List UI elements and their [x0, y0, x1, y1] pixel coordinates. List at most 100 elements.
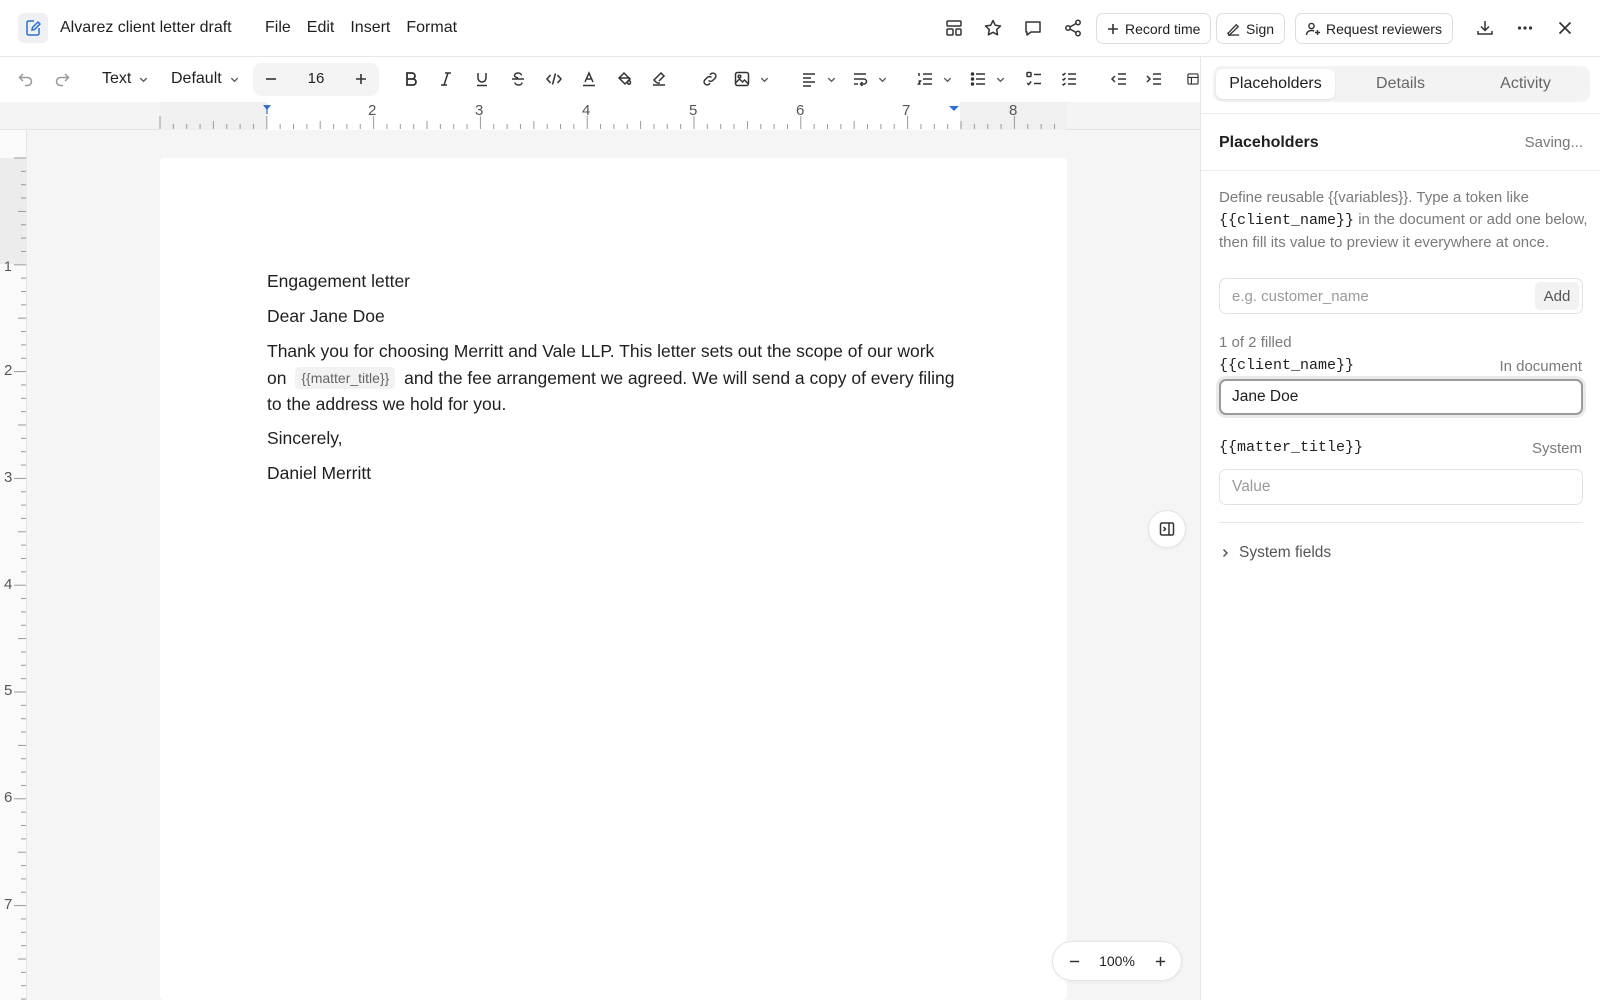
toggle-side-panel-button[interactable]	[1148, 510, 1186, 548]
formatting-toolbar: Text Default 16	[0, 57, 1200, 102]
font-size-value[interactable]: 16	[293, 70, 339, 87]
document-body-paragraph[interactable]: Thank you for choosing Merritt and Vale …	[267, 338, 957, 418]
description-text: Define reusable {{variables}}. Type a to…	[1219, 189, 1529, 206]
comment-icon[interactable]	[1021, 16, 1045, 40]
tab-activity[interactable]: Activity	[1466, 69, 1585, 99]
bullet-list-dropdown[interactable]	[969, 67, 1013, 91]
image-icon	[734, 71, 750, 87]
font-size-decrease-button[interactable]	[259, 67, 283, 91]
ruler-number: 6	[4, 789, 13, 806]
chevron-down-icon	[943, 77, 952, 82]
undo-icon[interactable]	[14, 67, 38, 91]
task-list-icon[interactable]	[1057, 67, 1081, 91]
ruler-number: 3	[475, 102, 484, 119]
panel-toggle-icon	[1159, 522, 1175, 536]
chevron-down-icon	[878, 77, 887, 82]
left-indent-marker[interactable]	[261, 103, 273, 115]
ruler-number: 4	[4, 576, 13, 593]
bullet-list-icon	[970, 72, 985, 86]
document-edit-icon[interactable]	[18, 13, 48, 43]
right-indent-marker[interactable]	[948, 105, 960, 113]
menu-bar: File Edit Insert Format	[265, 19, 473, 37]
menu-insert[interactable]: Insert	[350, 19, 390, 37]
menu-file[interactable]: File	[265, 19, 291, 37]
chevron-down-icon	[996, 77, 1005, 82]
divider	[1219, 522, 1583, 523]
ruler-ticks	[159, 116, 1055, 129]
ruler-number: 7	[4, 896, 13, 913]
document-salutation[interactable]: Dear Jane Doe	[267, 303, 385, 330]
link-icon[interactable]	[698, 67, 722, 91]
panel-title: Placeholders	[1219, 134, 1319, 151]
panel-header: Placeholders Saving...	[1201, 113, 1600, 171]
request-reviewers-label: Request reviewers	[1326, 20, 1442, 37]
font-size-increase-button[interactable]	[349, 67, 373, 91]
tab-details[interactable]: Details	[1341, 69, 1460, 99]
download-icon[interactable]	[1473, 16, 1497, 40]
placeholders-panel: Placeholders Details Activity Placeholde…	[1200, 57, 1600, 1000]
bold-icon[interactable]	[399, 67, 423, 91]
document-closing[interactable]: Sincerely,	[267, 425, 343, 452]
block-type-dropdown[interactable]: Text	[102, 67, 156, 91]
font-size-stepper: 16	[253, 63, 379, 96]
star-icon[interactable]	[981, 16, 1005, 40]
layout-template-icon[interactable]	[942, 16, 966, 40]
ordered-list-dropdown[interactable]	[916, 67, 960, 91]
placeholder-token: {{matter_title}}	[1219, 439, 1364, 456]
new-placeholder-input[interactable]	[1221, 280, 1521, 312]
strikethrough-icon[interactable]	[506, 67, 530, 91]
chevron-down-icon	[760, 77, 769, 82]
system-fields-toggle[interactable]: System fields	[1219, 541, 1331, 565]
font-style-dropdown[interactable]: Default	[171, 67, 246, 91]
redo-icon[interactable]	[50, 67, 74, 91]
placeholder-chip[interactable]: {{matter_title}}	[295, 366, 396, 389]
align-dropdown[interactable]	[800, 67, 844, 91]
underline-icon[interactable]	[470, 67, 494, 91]
vertical-ruler: 1 2 3 4 5 6 7	[0, 130, 27, 1000]
align-left-icon	[803, 73, 815, 87]
add-placeholder-row: Add	[1219, 278, 1583, 314]
outdent-icon[interactable]	[1107, 67, 1131, 91]
token-example: {{client_name}}	[1219, 212, 1355, 229]
block-type-value: Text	[102, 70, 132, 87]
table-icon[interactable]	[1186, 67, 1200, 91]
document-title[interactable]: Alvarez client letter draft	[60, 19, 232, 37]
zoom-out-button[interactable]	[1059, 942, 1089, 980]
zoom-control: 100%	[1052, 941, 1182, 981]
add-placeholder-button[interactable]: Add	[1535, 282, 1579, 310]
close-icon[interactable]	[1553, 16, 1577, 40]
request-reviewers-button[interactable]: Request reviewers	[1295, 13, 1453, 44]
client-name-value-input[interactable]	[1219, 379, 1583, 415]
document-signature[interactable]: Daniel Merritt	[267, 460, 371, 487]
menu-format[interactable]: Format	[406, 19, 457, 37]
menu-edit[interactable]: Edit	[307, 19, 335, 37]
sign-button[interactable]: Sign	[1216, 13, 1286, 44]
share-icon[interactable]	[1061, 16, 1085, 40]
text-color-icon[interactable]	[577, 67, 601, 91]
save-status: Saving...	[1524, 134, 1583, 151]
ruler-number: 2	[368, 102, 377, 119]
checklist-icon[interactable]	[1022, 67, 1046, 91]
ordered-list-icon	[917, 73, 932, 85]
indent-icon[interactable]	[1142, 67, 1166, 91]
ruler-number: 1	[4, 258, 12, 274]
zoom-level[interactable]: 100%	[1089, 953, 1145, 969]
highlight-fill-icon[interactable]	[612, 67, 636, 91]
record-time-button[interactable]: Record time	[1096, 13, 1212, 44]
ruler-number: 7	[902, 102, 911, 119]
image-dropdown[interactable]	[733, 67, 777, 91]
ruler-number: 5	[689, 102, 698, 119]
chevron-down-icon	[827, 77, 836, 82]
panel-tabs: Placeholders Details Activity	[1213, 66, 1590, 102]
horizontal-ruler: 2 3 4 5 6 7 8	[0, 102, 1200, 130]
code-icon[interactable]	[542, 67, 566, 91]
ruler-number: 8	[1009, 102, 1018, 119]
wrap-dropdown[interactable]	[851, 67, 895, 91]
matter-title-value-input[interactable]	[1219, 469, 1583, 505]
more-options-icon[interactable]	[1513, 16, 1537, 40]
tab-placeholders[interactable]: Placeholders	[1216, 69, 1335, 99]
clear-format-icon[interactable]	[647, 67, 671, 91]
italic-icon[interactable]	[434, 67, 458, 91]
document-heading[interactable]: Engagement letter	[267, 268, 410, 295]
zoom-in-button[interactable]	[1145, 942, 1175, 980]
